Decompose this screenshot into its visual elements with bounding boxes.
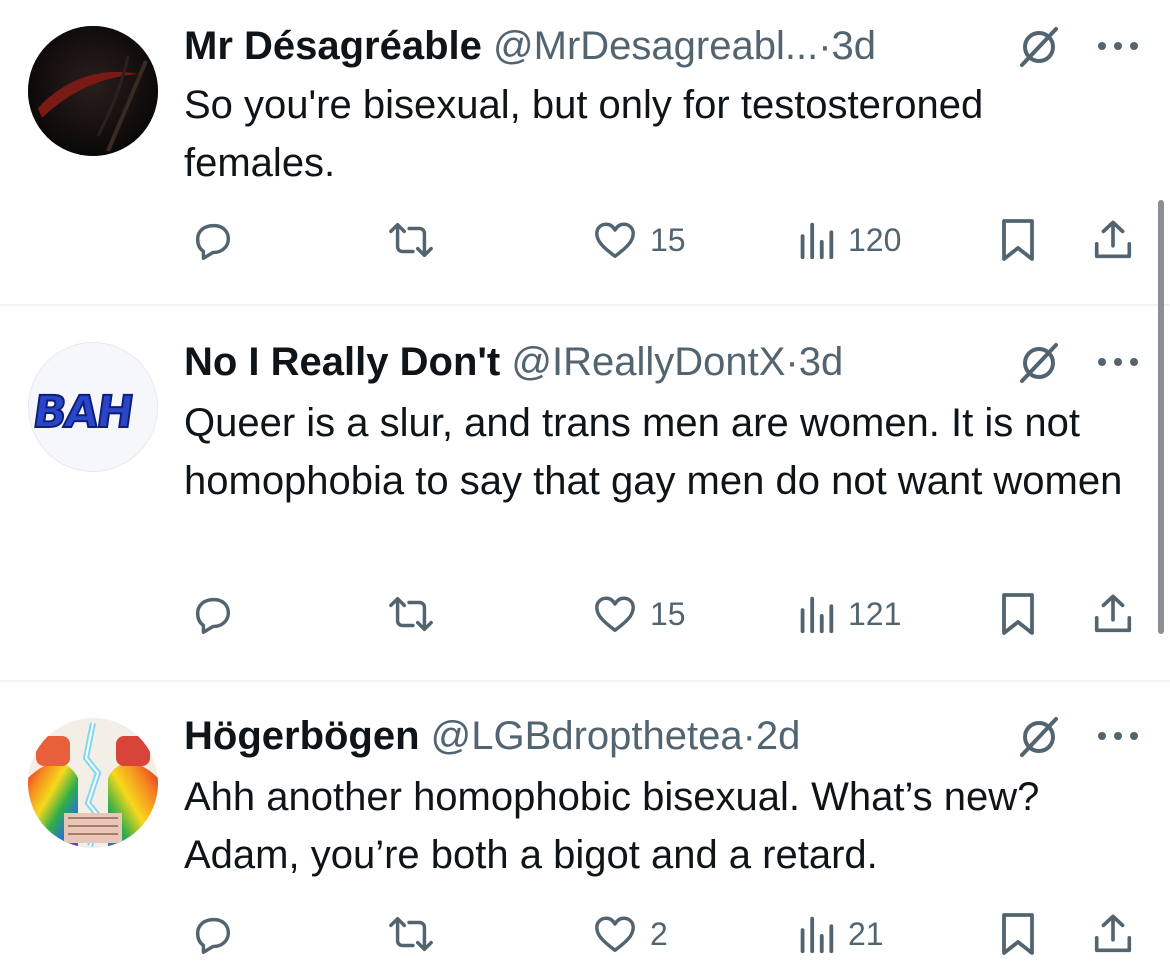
display-name[interactable]: No I Really Don't	[184, 340, 500, 384]
bookmark-icon	[1002, 913, 1034, 955]
reply-icon	[195, 223, 231, 260]
like-button[interactable]: 2	[592, 904, 668, 964]
grok-icon[interactable]	[1016, 24, 1062, 70]
more-options-icon[interactable]	[1094, 726, 1142, 746]
share-button[interactable]	[1090, 584, 1136, 644]
share-icon	[1094, 594, 1132, 633]
user-handle[interactable]: @MrDesagreabl...	[493, 24, 818, 68]
bookmark-icon	[1002, 219, 1034, 261]
view-count: 120	[848, 221, 902, 258]
bookmark-button[interactable]	[998, 904, 1038, 964]
display-name[interactable]: Mr Désagréable	[184, 24, 482, 68]
bookmark-button[interactable]	[998, 210, 1038, 270]
heart-icon	[595, 916, 635, 953]
reply-button[interactable]	[190, 904, 248, 964]
tweet-header: Mr Désagréable @MrDesagreabl...·3d	[184, 22, 876, 70]
grok-icon[interactable]	[1016, 340, 1062, 386]
reply-button[interactable]	[190, 210, 248, 270]
reaper-scythe-icon	[28, 26, 158, 156]
reply-icon	[195, 917, 231, 954]
views-button[interactable]: 121	[796, 584, 901, 644]
tweet-header: Högerbögen @LGBdropthetea·2d	[184, 712, 800, 760]
views-icon	[800, 596, 834, 634]
like-count: 2	[650, 915, 668, 952]
tweet-actions: 15 120	[0, 210, 1170, 270]
repost-icon	[389, 916, 433, 952]
heart-icon	[595, 222, 635, 259]
timestamp[interactable]: 3d	[799, 340, 844, 384]
tweet-text: Queer is a slur, and trans men are women…	[184, 401, 1123, 503]
repost-button[interactable]	[386, 904, 448, 964]
bah-logo-icon: BAH	[29, 343, 157, 471]
repost-icon	[389, 596, 433, 632]
avatar[interactable]	[28, 26, 158, 156]
share-icon	[1094, 220, 1132, 259]
views-icon	[800, 222, 834, 260]
separator-dot: ·	[785, 340, 799, 384]
like-count: 15	[650, 595, 686, 632]
tweet[interactable]: Mr Désagréable @MrDesagreabl...·3d So yo…	[0, 0, 1170, 305]
tweet[interactable]: Högerbögen @LGBdropthetea·2d Ahh another…	[0, 682, 1170, 958]
repost-button[interactable]	[386, 210, 448, 270]
bookmark-button[interactable]	[998, 584, 1038, 644]
reply-icon	[195, 597, 231, 634]
timestamp[interactable]: 3d	[832, 24, 877, 68]
reply-button[interactable]	[190, 584, 248, 644]
timestamp[interactable]: 2d	[756, 714, 801, 758]
avatar[interactable]	[28, 718, 158, 848]
heart-icon	[595, 596, 635, 633]
user-handle[interactable]: @IReallyDontX	[511, 340, 785, 384]
grok-icon[interactable]	[1016, 714, 1062, 760]
bookmark-icon	[1002, 593, 1034, 635]
scrollbar[interactable]	[1158, 200, 1164, 634]
repost-button[interactable]	[386, 584, 448, 644]
share-button[interactable]	[1090, 210, 1136, 270]
user-handle[interactable]: @LGBdropthetea	[431, 714, 743, 758]
tweet-text: Ahh another homophobic bisexual. What’s …	[184, 775, 1040, 877]
separator-dot: ·	[742, 714, 756, 758]
tweet-text: So you're bisexual, but only for testost…	[184, 83, 984, 185]
views-button[interactable]: 21	[796, 904, 884, 964]
share-icon	[1094, 914, 1132, 953]
like-button[interactable]: 15	[592, 210, 686, 270]
share-button[interactable]	[1090, 904, 1136, 964]
display-name[interactable]: Högerbögen	[184, 714, 420, 758]
view-count: 21	[848, 915, 884, 952]
separator-dot: ·	[818, 24, 832, 68]
tweet[interactable]: BAH No I Really Don't @IReallyDontX·3d Q…	[0, 306, 1170, 680]
like-count: 15	[650, 221, 686, 258]
more-options-icon[interactable]	[1094, 352, 1142, 372]
tweet-actions: 15 121	[0, 584, 1170, 644]
tweet-header: No I Really Don't @IReallyDontX·3d	[184, 338, 843, 386]
like-button[interactable]: 15	[592, 584, 686, 644]
repost-icon	[389, 222, 433, 258]
views-icon	[800, 916, 834, 954]
views-button[interactable]: 120	[796, 210, 901, 270]
rainbow-fists-icon	[28, 718, 158, 848]
tweet-actions: 2 21	[0, 904, 1170, 964]
avatar[interactable]: BAH	[28, 342, 158, 472]
view-count: 121	[848, 595, 902, 632]
bah-logo-text: BAH	[30, 387, 136, 438]
more-options-icon[interactable]	[1094, 36, 1142, 56]
